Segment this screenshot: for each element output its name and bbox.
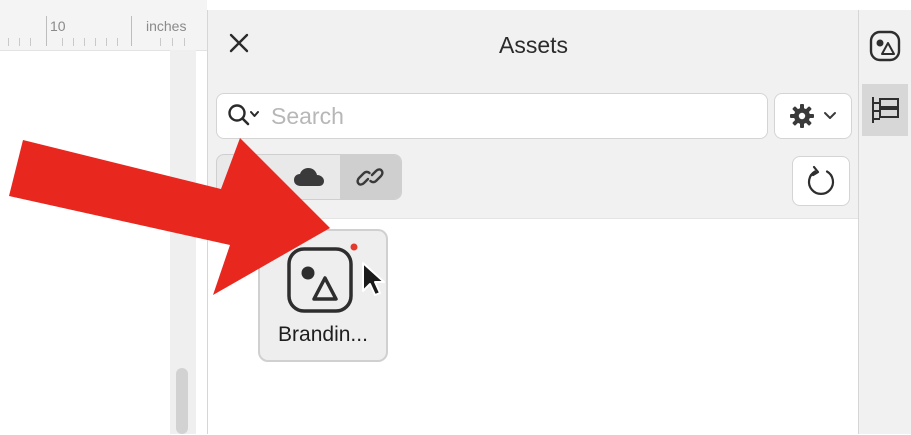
assets-grid: Brandin... bbox=[208, 218, 859, 435]
filter-linked-assets-button[interactable] bbox=[339, 155, 401, 199]
search-field[interactable] bbox=[216, 93, 768, 139]
ruler-minor-tick bbox=[19, 38, 20, 46]
filter-document-assets-button[interactable] bbox=[217, 155, 278, 199]
ruler-minor-tick bbox=[172, 38, 173, 46]
settings-menu-button[interactable] bbox=[774, 93, 852, 139]
assets-shapes-icon bbox=[869, 30, 901, 62]
refresh-icon bbox=[807, 165, 835, 195]
ruler-minor-tick bbox=[30, 38, 31, 46]
status-badge bbox=[350, 243, 358, 251]
right-sidebar bbox=[858, 10, 911, 434]
ruler-minor-tick bbox=[160, 38, 161, 46]
refresh-button[interactable] bbox=[792, 156, 850, 206]
search-options-button[interactable] bbox=[227, 103, 261, 129]
ruler-minor-tick bbox=[84, 38, 85, 46]
search-icon bbox=[228, 104, 259, 126]
assets-panel: Assets Search Brandin... bbox=[207, 10, 859, 435]
document-canvas[interactable]: 10 inches bbox=[0, 0, 207, 434]
ruler-unit-label: inches bbox=[146, 18, 187, 34]
panel-title: Assets bbox=[498, 32, 569, 58]
ruler-minor-tick bbox=[73, 38, 74, 46]
ruler-major-tick bbox=[131, 16, 132, 46]
panel-header: Assets bbox=[208, 10, 859, 76]
cloud-icon bbox=[293, 168, 324, 186]
chevron-down-icon bbox=[824, 112, 836, 119]
ruler-minor-tick bbox=[8, 38, 9, 46]
ruler-minor-tick bbox=[184, 38, 185, 46]
filter-cloud-assets-button[interactable] bbox=[278, 155, 339, 199]
ruler-major-tick bbox=[46, 16, 47, 46]
mouse-pointer-icon bbox=[362, 262, 385, 296]
ruler-minor-tick bbox=[95, 38, 96, 46]
ruler-minor-tick bbox=[106, 38, 107, 46]
ruler-minor-tick bbox=[62, 38, 63, 46]
layers-panel-toggle[interactable] bbox=[862, 84, 908, 136]
layers-tree-icon bbox=[872, 97, 899, 123]
ruler-minor-tick bbox=[117, 38, 118, 46]
link-icon bbox=[356, 168, 384, 186]
vertical-scrollbar[interactable] bbox=[176, 368, 188, 434]
asset-label: Brandin... bbox=[278, 323, 368, 346]
assets-panel-toggle[interactable] bbox=[862, 20, 908, 72]
horizontal-ruler: 10 inches bbox=[0, 0, 207, 51]
linked-shapes-asset-icon bbox=[287, 243, 358, 313]
hierarchy-icon bbox=[239, 165, 259, 191]
asset-filter-segmented-control bbox=[216, 154, 402, 200]
search-input[interactable] bbox=[269, 101, 767, 131]
gear-icon bbox=[790, 104, 814, 128]
ruler-number: 10 bbox=[50, 18, 66, 34]
